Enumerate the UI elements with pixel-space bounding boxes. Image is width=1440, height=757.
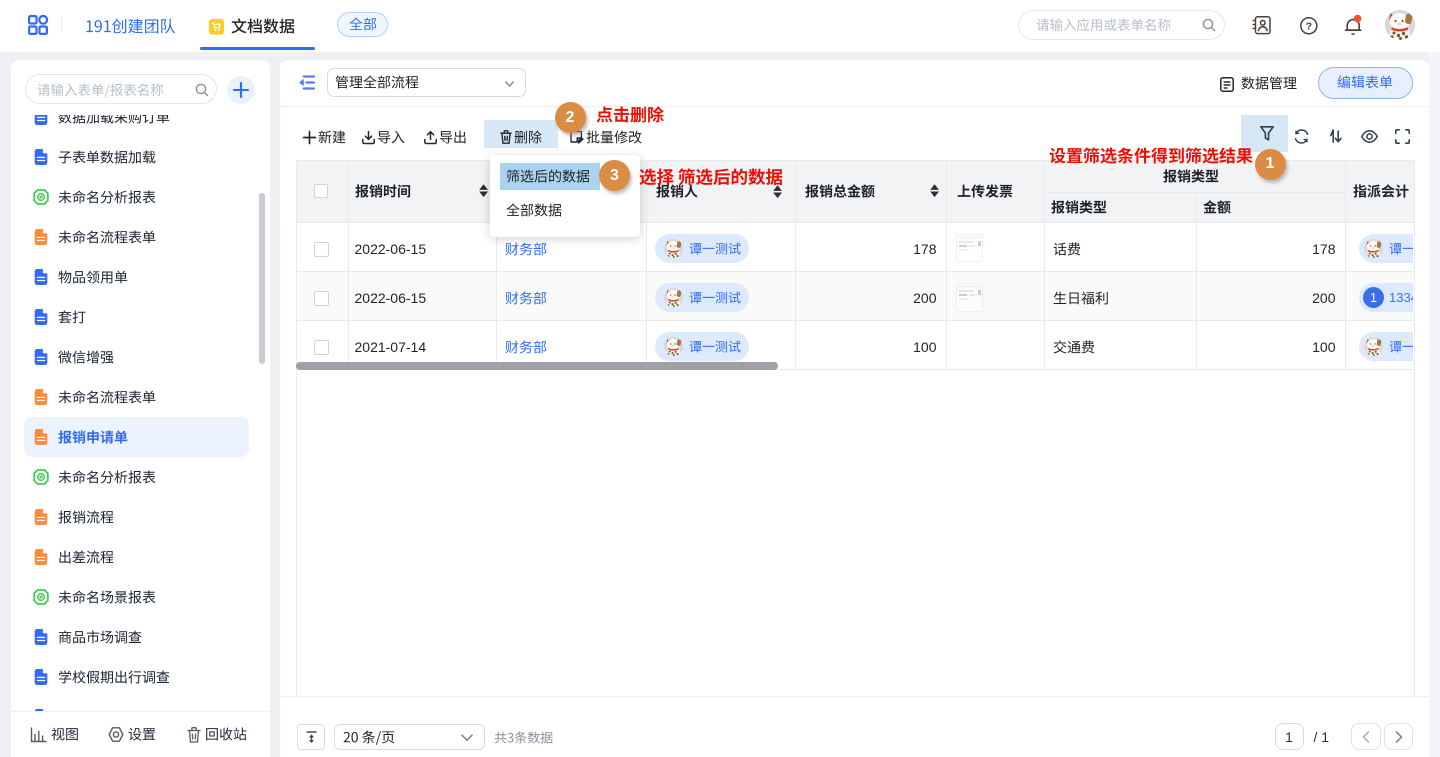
- svg-text:?: ?: [1306, 21, 1312, 33]
